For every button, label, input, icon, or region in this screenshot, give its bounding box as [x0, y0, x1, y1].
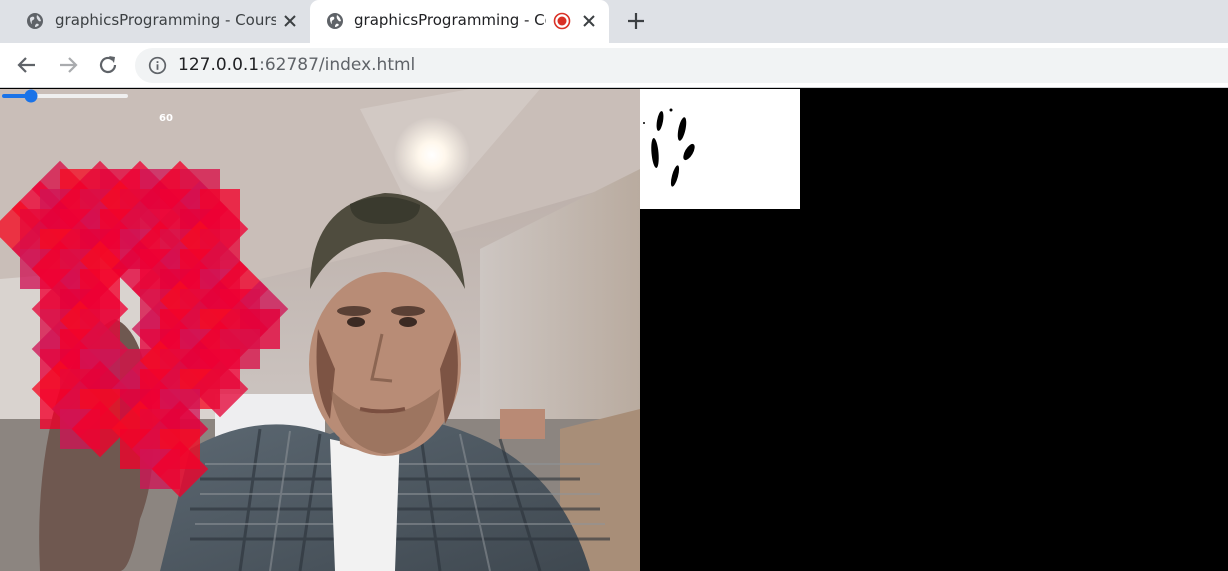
globe-icon — [27, 13, 43, 29]
webcam-canvas: 60 — [0, 89, 640, 571]
tab-inactive[interactable]: graphicsProgramming - Coursera — [0, 0, 308, 43]
info-icon[interactable] — [148, 56, 167, 75]
tab-title: graphicsProgramming - Coursera — [354, 11, 546, 29]
recording-icon — [553, 12, 571, 30]
close-icon[interactable] — [580, 12, 598, 30]
browser-toolbar: 127.0.0.1:62787/index.html — [0, 43, 1228, 88]
tab-strip: graphicsProgramming - Coursera graphicsP… — [0, 0, 1228, 43]
motion-overlay — [0, 160, 289, 498]
page-content: 60 — [0, 89, 1228, 571]
forward-arrow-icon[interactable] — [56, 53, 80, 77]
globe-icon — [327, 13, 343, 29]
threshold-slider[interactable] — [0, 89, 130, 103]
url-path: :62787/index.html — [259, 55, 416, 75]
address-bar[interactable]: 127.0.0.1:62787/index.html — [135, 48, 1228, 83]
url-host: 127.0.0.1 — [178, 55, 260, 75]
threshold-mask-canvas — [640, 89, 800, 209]
tab-active[interactable]: graphicsProgramming - Coursera — [310, 0, 609, 43]
back-arrow-icon[interactable] — [15, 53, 39, 77]
reload-icon[interactable] — [96, 53, 120, 77]
tab-title: graphicsProgramming - Coursera — [55, 11, 276, 29]
slider-thumb[interactable] — [24, 89, 38, 103]
url-text: 127.0.0.1:62787/index.html — [178, 55, 415, 75]
mask-image — [643, 108, 695, 187]
slider-value-label: 60 — [159, 113, 173, 124]
plus-icon[interactable] — [625, 10, 647, 32]
close-icon[interactable] — [281, 12, 299, 30]
